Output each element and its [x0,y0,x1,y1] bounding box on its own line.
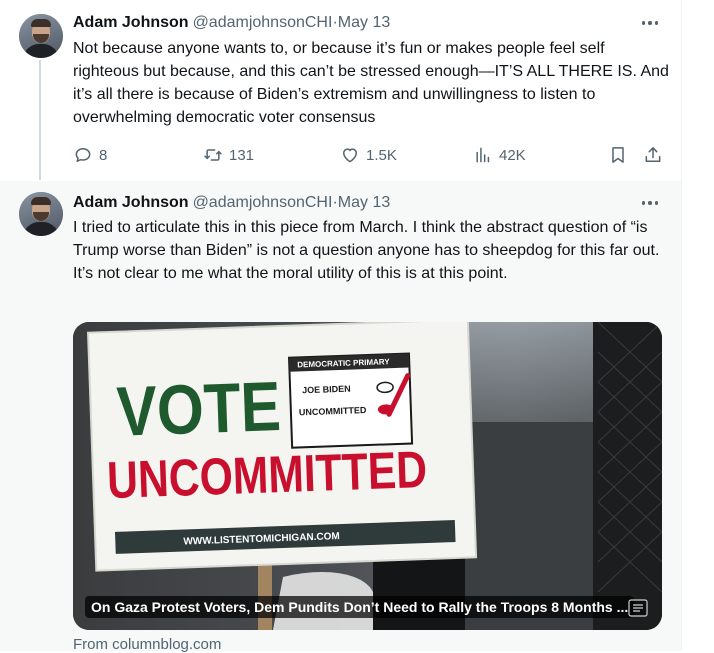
bookmark-icon [612,147,624,163]
like-button[interactable]: 1.5K [340,143,397,167]
views-button[interactable]: 42K [473,143,526,167]
timeline: Adam Johnson @adamjohnsonCHI · May 13 No… [0,0,682,653]
tweet-actions: 8 131 1.5K 42K [73,143,673,167]
bar-chart-icon [476,147,490,163]
sign-option-biden: JOE BIDEN [302,384,351,396]
share-icon [645,147,661,162]
views-count: 42K [499,146,526,164]
tweet-text: Not because anyone wants to, or because … [73,40,669,126]
tweet-date[interactable]: May 13 [338,194,390,212]
tweet-header: Adam Johnson @adamjohnsonCHI · May 13 [73,192,390,214]
author-name[interactable]: Adam Johnson [73,194,189,212]
reply-count: 8 [99,146,108,164]
bookmark-button[interactable] [608,143,628,167]
more-options-icon[interactable] [638,192,662,214]
repost-icon [204,149,222,161]
card-title: On Gaza Protest Voters, Dem Pundits Don’… [85,596,635,618]
like-count: 1.5K [366,146,397,164]
reply-button[interactable]: 8 [73,143,107,167]
share-button[interactable] [643,143,663,167]
link-preview-card[interactable]: VOTE UNCOMMITTED DEMOCRATIC PRIMARY JOE … [73,322,662,630]
reply-icon [75,148,91,162]
article-icon [628,599,648,617]
tweet-header: Adam Johnson @adamjohnsonCHI · May 13 [73,12,390,34]
tweet[interactable]: Adam Johnson @adamjohnsonCHI · May 13 I … [0,181,681,653]
repost-count: 131 [229,146,255,164]
sign-uncommitted-text: UNCOMMITTED [106,441,428,510]
author-name[interactable]: Adam Johnson [73,14,189,32]
author-handle[interactable]: @adamjohnsonCHI [193,14,333,32]
card-image: VOTE UNCOMMITTED DEMOCRATIC PRIMARY JOE … [73,322,662,630]
repost-button[interactable]: 131 [203,143,254,167]
thread-connector-line [39,60,41,180]
avatar[interactable] [19,192,63,236]
heart-icon [343,148,357,163]
avatar[interactable] [19,14,63,58]
tweet-date[interactable]: May 13 [338,14,390,32]
sign-vote-text: VOTE [115,367,282,451]
card-source[interactable]: From columnblog.com [73,636,221,653]
tweet[interactable]: Adam Johnson @adamjohnsonCHI · May 13 No… [0,0,681,181]
tweet-text: I tried to articulate this in this piece… [73,219,660,282]
author-handle[interactable]: @adamjohnsonCHI [193,194,333,212]
more-options-icon[interactable] [638,12,662,34]
